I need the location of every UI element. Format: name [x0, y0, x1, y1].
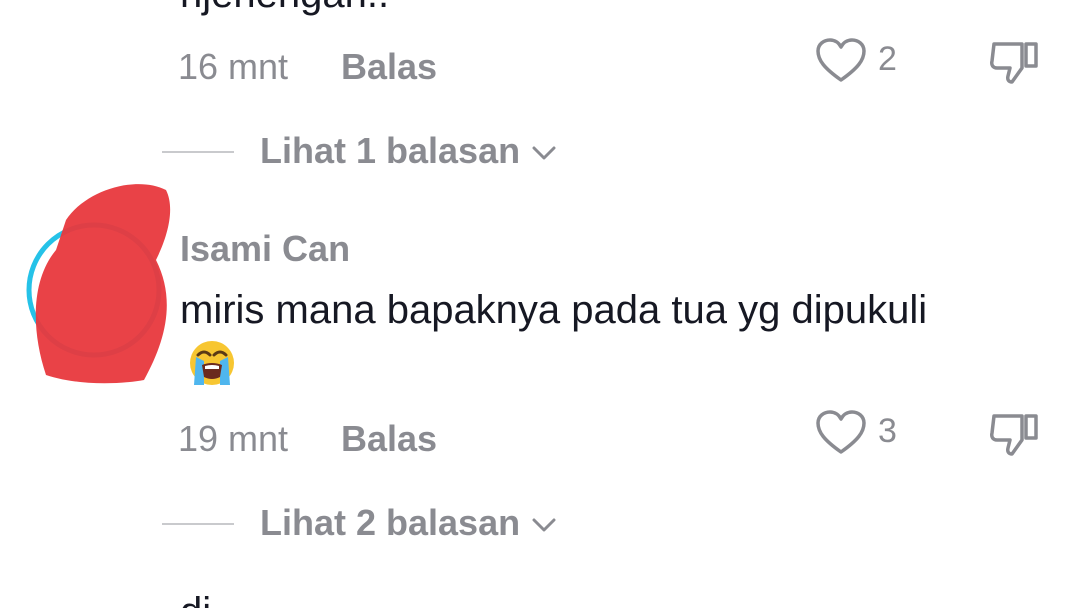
redaction-mark [35, 184, 171, 384]
reply-button[interactable]: Balas [341, 418, 437, 460]
comment-time: 16 mnt [178, 46, 289, 87]
replies-divider [162, 151, 234, 153]
comment-text: miris mana bapaknya pada tua yg dipukuli [180, 288, 928, 332]
comment-username[interactable]: Isami Can [180, 228, 350, 270]
comment-body: miris mana bapaknya pada tua yg dipukuli [180, 282, 940, 394]
chevron-down-icon [532, 518, 556, 532]
view-replies-label: Lihat 1 balasan [260, 130, 521, 171]
view-replies-label: Lihat 2 balasan [260, 502, 521, 543]
like-count: 2 [878, 40, 897, 78]
heart-icon[interactable] [816, 38, 866, 84]
view-replies-row[interactable]: Lihat 2 balasan [162, 502, 662, 546]
thumbs-down-icon[interactable] [988, 410, 1040, 458]
comment-time: 19 mnt [178, 418, 289, 459]
loudly-crying-face-icon [190, 341, 234, 385]
next-comment-username: di [180, 590, 211, 608]
comment-meta-row: 19 mnt Balas 3 [178, 410, 1058, 462]
view-replies-button[interactable]: Lihat 1 balasan [260, 130, 556, 172]
like-count: 3 [878, 412, 897, 450]
thumbs-down-icon[interactable] [988, 38, 1040, 86]
view-replies-row[interactable]: Lihat 1 balasan [162, 130, 662, 174]
heart-icon[interactable] [816, 410, 866, 456]
chevron-down-icon [532, 146, 556, 160]
replies-divider [162, 523, 234, 525]
avatar[interactable] [26, 180, 186, 390]
reply-button[interactable]: Balas [341, 46, 437, 88]
comment-meta-row: 16 mnt Balas 2 [178, 38, 1058, 90]
view-replies-button[interactable]: Lihat 2 balasan [260, 502, 556, 544]
comments-page: njenengan.. 16 mnt Balas 2 Lihat 1 balas… [0, 0, 1080, 608]
previous-comment-text: njenengan.. [180, 0, 389, 17]
